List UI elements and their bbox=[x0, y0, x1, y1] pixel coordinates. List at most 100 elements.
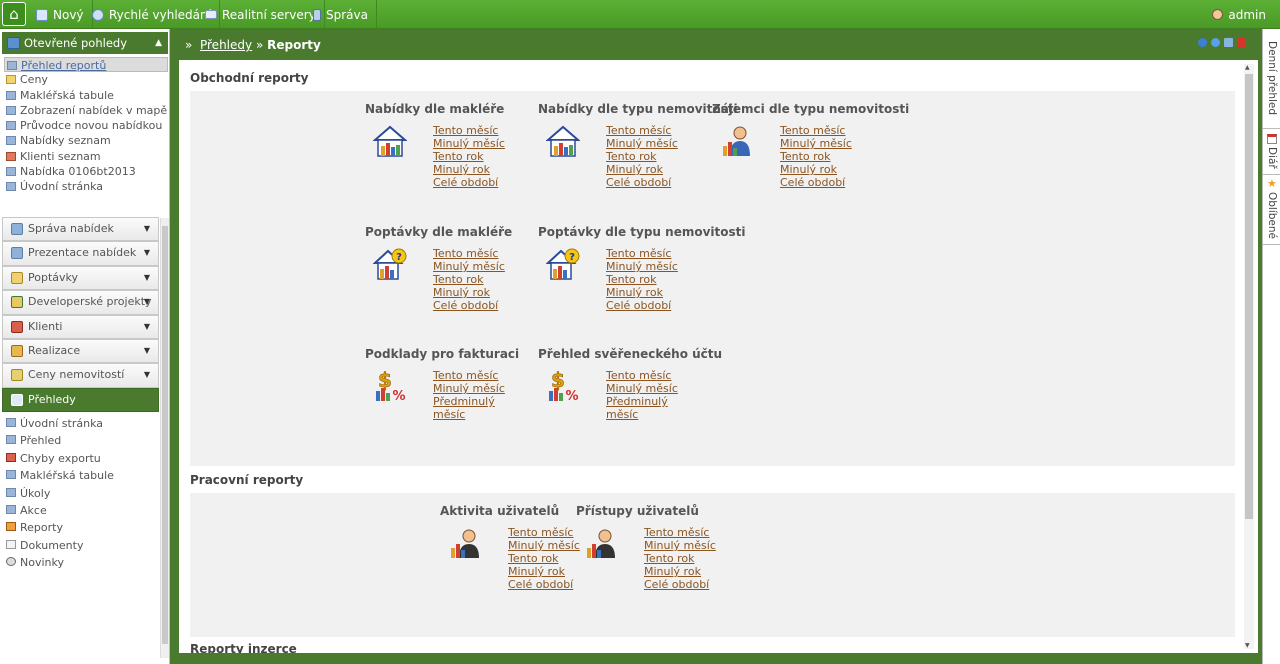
help-icon[interactable] bbox=[1198, 38, 1207, 47]
open-view-item[interactable]: Nabídka 0106bt2013 bbox=[4, 164, 168, 179]
restore-icon[interactable] bbox=[1224, 38, 1233, 47]
group-prices[interactable]: Ceny nemovitostí ▼ bbox=[2, 363, 159, 388]
report-link[interactable]: Minulý měsíc bbox=[606, 382, 706, 395]
report-link[interactable]: Tento měsíc bbox=[433, 369, 533, 382]
group-developer[interactable]: Developerské projekty ▼ bbox=[2, 290, 159, 315]
report-card: Nabídky dle makléře Tento měsíc Minulý m… bbox=[365, 102, 540, 189]
open-view-item[interactable]: Zobrazení nabídek v mapě bbox=[4, 103, 168, 118]
report-link[interactable]: Tento měsíc bbox=[433, 124, 533, 137]
open-view-item[interactable]: Úvodní stránka bbox=[4, 179, 168, 194]
sub-item[interactable]: Novinky bbox=[4, 554, 159, 571]
scrollbar-thumb[interactable] bbox=[162, 226, 168, 644]
report-link[interactable]: Celé období bbox=[433, 176, 533, 189]
report-link[interactable]: Celé období bbox=[644, 578, 744, 591]
report-link[interactable]: Minulý měsíc bbox=[433, 137, 533, 150]
report-link[interactable]: Tento měsíc bbox=[606, 124, 706, 137]
developer-icon bbox=[11, 296, 23, 309]
report-link[interactable]: Celé období bbox=[606, 176, 706, 189]
breadcrumb-parent-link[interactable]: Přehledy bbox=[200, 38, 252, 52]
report-link[interactable]: Tento měsíc bbox=[780, 124, 880, 137]
collapse-icon[interactable]: ▲ bbox=[155, 32, 162, 54]
sidebar-scrollbar[interactable] bbox=[160, 218, 169, 658]
report-link[interactable]: Tento rok bbox=[433, 150, 533, 163]
report-link[interactable]: Předminulý měsíc bbox=[606, 395, 668, 421]
report-link[interactable]: Celé období bbox=[606, 299, 706, 312]
report-link[interactable]: Minulý rok bbox=[644, 565, 744, 578]
report-link[interactable]: Minulý měsíc bbox=[780, 137, 880, 150]
presentation-icon bbox=[11, 247, 23, 260]
report-link[interactable]: Tento rok bbox=[433, 273, 533, 286]
tab-daily-overview[interactable]: Denní přehled bbox=[1263, 29, 1280, 129]
report-link[interactable]: Celé období bbox=[433, 299, 533, 312]
report-link[interactable]: Minulý rok bbox=[433, 286, 533, 299]
scroll-up-icon[interactable]: ▲ bbox=[1245, 64, 1250, 71]
report-link[interactable]: Tento měsíc bbox=[644, 526, 744, 539]
report-links: Tento měsíc Minulý měsíc Tento rok Minul… bbox=[606, 247, 706, 312]
report-link[interactable]: Celé období bbox=[508, 578, 608, 591]
report-link[interactable]: Minulý měsíc bbox=[606, 260, 706, 273]
sub-item[interactable]: Úvodní stránka bbox=[4, 415, 159, 432]
scrollbar-thumb[interactable] bbox=[1245, 74, 1253, 519]
report-link[interactable]: Minulý rok bbox=[606, 286, 706, 299]
report-link[interactable]: Minulý rok bbox=[606, 163, 706, 176]
tab-diary[interactable]: Diář bbox=[1263, 129, 1280, 175]
report-link[interactable]: Minulý rok bbox=[433, 163, 533, 176]
report-links: Tento měsíc Minulý měsíc Tento rok Minul… bbox=[644, 526, 744, 591]
open-view-item[interactable]: Přehled reportů bbox=[4, 57, 168, 73]
menu-new[interactable]: Nový bbox=[28, 0, 93, 29]
group-demands[interactable]: Poptávky ▼ bbox=[2, 265, 159, 291]
svg-text:%: % bbox=[565, 389, 578, 403]
report-link[interactable]: Tento rok bbox=[606, 273, 706, 286]
report-card: Přístupy uživatelů Tento měsíc Minulý mě… bbox=[576, 504, 751, 591]
report-title: Nabídky dle makléře bbox=[365, 102, 505, 116]
report-link[interactable]: Minulý rok bbox=[508, 565, 608, 578]
open-view-item[interactable]: Ceny bbox=[4, 72, 168, 87]
breadcrumb: » Přehledy » Reporty bbox=[175, 29, 1262, 59]
close-icon[interactable] bbox=[1237, 38, 1246, 47]
report-link[interactable]: Předminulý měsíc bbox=[433, 395, 495, 421]
open-view-item[interactable]: Průvodce novou nabídkou bbox=[4, 118, 168, 133]
svg-text:?: ? bbox=[396, 252, 402, 263]
report-link[interactable]: Minulý měsíc bbox=[433, 260, 533, 273]
group-overviews[interactable]: Přehledy bbox=[2, 387, 159, 413]
open-views-header[interactable]: Otevřené pohledy ▲ bbox=[2, 32, 168, 54]
sub-item[interactable]: Přehled bbox=[4, 432, 159, 449]
sub-item[interactable]: Makléřská tabule bbox=[4, 467, 159, 484]
section-title-ads: Reporty inzerce bbox=[190, 642, 297, 653]
report-link[interactable]: Tento měsíc bbox=[606, 247, 706, 260]
realization-icon bbox=[11, 344, 23, 357]
dropdown-icon: ▼ bbox=[143, 224, 150, 233]
tasks-icon bbox=[6, 487, 16, 497]
refresh-icon[interactable] bbox=[1211, 38, 1220, 47]
open-view-item[interactable]: Makléřská tabule bbox=[4, 88, 168, 103]
scroll-down-icon[interactable]: ▼ bbox=[1245, 642, 1250, 649]
menu-admin[interactable]: Správa bbox=[305, 0, 377, 29]
report-link[interactable]: Minulý měsíc bbox=[433, 382, 533, 395]
report-link[interactable]: Minulý měsíc bbox=[644, 539, 744, 552]
report-link[interactable]: Tento měsíc bbox=[606, 369, 706, 382]
report-link[interactable]: Minulý rok bbox=[780, 163, 880, 176]
report-link[interactable]: Tento rok bbox=[780, 150, 880, 163]
open-view-item[interactable]: Klienti seznam bbox=[4, 149, 168, 164]
sub-item[interactable]: Reporty bbox=[4, 519, 159, 536]
price-icon bbox=[6, 75, 16, 85]
sub-item[interactable]: Dokumenty bbox=[4, 537, 159, 554]
report-link[interactable]: Tento rok bbox=[644, 552, 744, 565]
report-link[interactable]: Minulý měsíc bbox=[606, 137, 706, 150]
sub-item[interactable]: Úkoly bbox=[4, 485, 159, 502]
group-clients[interactable]: Klienti ▼ bbox=[2, 314, 159, 339]
report-link[interactable]: Tento měsíc bbox=[433, 247, 533, 260]
user-menu[interactable]: admin bbox=[1212, 0, 1266, 29]
group-offers[interactable]: Správa nabídek ▼ bbox=[2, 217, 159, 242]
sub-item[interactable]: Chyby exportu bbox=[4, 450, 159, 467]
report-link[interactable]: Celé období bbox=[780, 176, 880, 189]
open-views-list: Přehled reportů Ceny Makléřská tabule Zo… bbox=[4, 57, 168, 195]
open-view-item[interactable]: Nabídky seznam bbox=[4, 133, 168, 148]
panel-scrollbar[interactable]: ▲ ▼ bbox=[1244, 64, 1254, 649]
home-icon[interactable]: ⌂ bbox=[2, 2, 26, 26]
tab-favorites[interactable]: ★ Oblíbené bbox=[1263, 175, 1280, 245]
sub-item[interactable]: Akce bbox=[4, 502, 159, 519]
report-link[interactable]: Tento rok bbox=[606, 150, 706, 163]
group-presentation[interactable]: Prezentace nabídek ▼ bbox=[2, 241, 159, 266]
group-realization[interactable]: Realizace ▼ bbox=[2, 338, 159, 364]
